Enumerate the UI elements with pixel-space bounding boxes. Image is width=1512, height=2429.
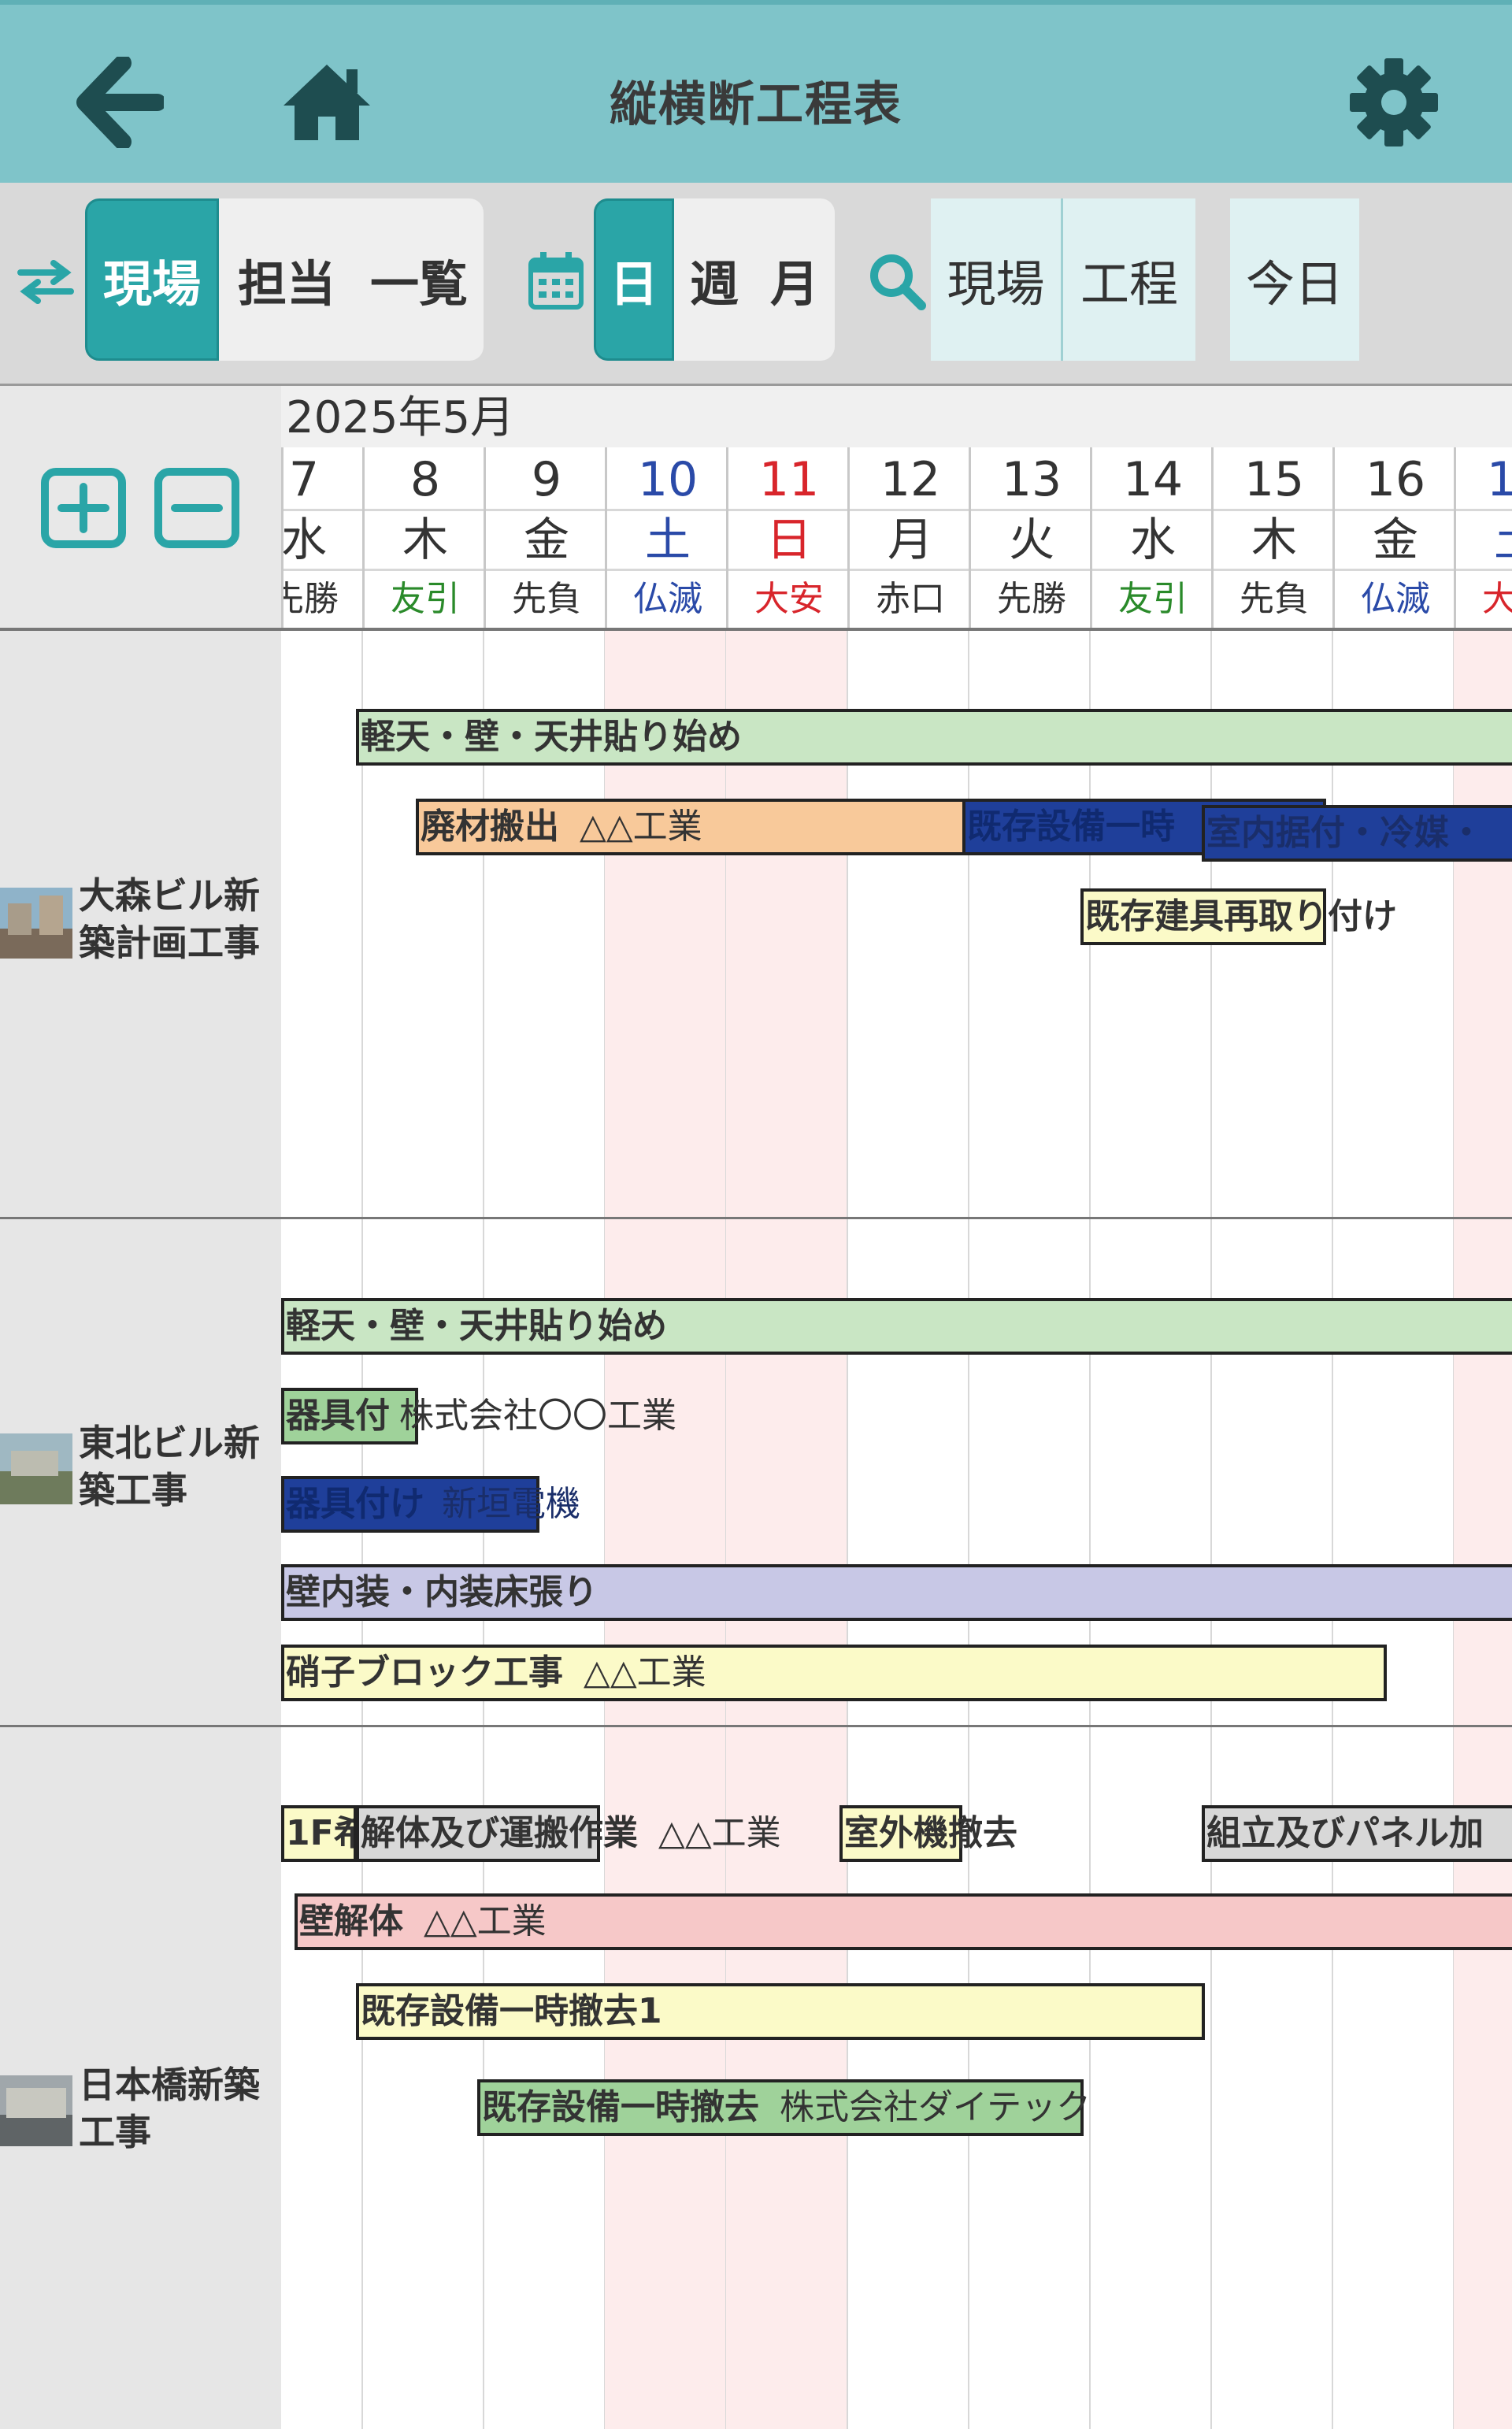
weekday: 月 xyxy=(850,509,969,568)
day-number: 7 xyxy=(288,452,320,507)
search-icon xyxy=(870,254,926,310)
weekday: 土 xyxy=(607,509,726,568)
tab-tanto[interactable]: 担当 xyxy=(219,198,354,361)
day-number: 8 xyxy=(410,452,441,507)
task-bar[interactable]: 器具付 株式会社〇〇工業 xyxy=(281,1388,676,1444)
site-row-tohoku[interactable]: 東北ビル新築工事 xyxy=(0,1219,281,1725)
row-divider xyxy=(0,1725,1512,1727)
search-kotei-button[interactable]: 工程 xyxy=(1063,198,1195,361)
rokuyo: 赤口 xyxy=(850,569,969,628)
tab-day[interactable]: 日 xyxy=(594,198,674,361)
task-bar[interactable]: 既存設備一時撤去1 xyxy=(356,1983,1205,2040)
task-bar[interactable]: 軽天・壁・天井貼り始め xyxy=(281,1298,1512,1355)
site-name: 東北ビル新築工事 xyxy=(79,1422,260,1511)
calendar-icon xyxy=(528,252,584,310)
tab-ichiran[interactable]: 一覧 xyxy=(354,198,484,361)
day-column-header: 10 土仏滅 xyxy=(605,447,726,630)
weekday: 木 xyxy=(365,509,484,568)
weekend-column-bg xyxy=(1454,631,1512,2429)
zoom-in-icon[interactable] xyxy=(41,468,126,548)
day-column-header: 9 金先負 xyxy=(484,447,605,630)
weekday: 金 xyxy=(1335,509,1454,568)
day-gridline xyxy=(968,631,969,2429)
rokuyo: 先勝 xyxy=(971,569,1090,628)
row-divider xyxy=(0,1217,1512,1219)
task-bar[interactable]: 軽天・壁・天井貼り始め xyxy=(356,709,1512,766)
day-column-header: 16 金仏滅 xyxy=(1332,447,1454,630)
rokuyo: 友引 xyxy=(1092,569,1211,628)
day-number: 16 xyxy=(1365,452,1426,507)
rokuyo: 先勝 xyxy=(284,569,362,628)
day-column-header: 13 火先勝 xyxy=(969,447,1090,630)
rokuyo: 仏滅 xyxy=(1335,569,1454,628)
task-bar[interactable]: 組立及びパネル加 xyxy=(1202,1805,1512,1862)
task-bar[interactable]: 既存設備一時撤去 株式会社ダイテック xyxy=(477,2079,1091,2136)
weekday: 金 xyxy=(486,509,605,568)
day-number: 12 xyxy=(880,452,941,507)
zoom-out-icon[interactable] xyxy=(154,468,239,548)
day-number: 13 xyxy=(1001,452,1062,507)
weekday: 木 xyxy=(1214,509,1332,568)
rokuyo: 大安 xyxy=(1456,569,1512,628)
day-column-header: 17土大安 xyxy=(1454,447,1512,630)
site-row-omori[interactable]: 大森ビル新築計画工事 xyxy=(0,631,281,1217)
day-column-header: 7水先勝 xyxy=(281,447,362,630)
weekend-column-bg xyxy=(726,631,847,2429)
task-bar[interactable]: 既存建具再取り付け xyxy=(1080,888,1397,945)
day-number: 10 xyxy=(637,452,699,507)
rokuyo: 先負 xyxy=(486,569,605,628)
site-thumbnail xyxy=(0,888,72,959)
task-bar[interactable]: 硝子ブロック工事 △△工業 xyxy=(281,1645,1387,1701)
tab-week[interactable]: 週 xyxy=(674,198,754,361)
weekday: 水 xyxy=(284,509,362,568)
rokuyo: 大安 xyxy=(728,569,847,628)
tab-month[interactable]: 月 xyxy=(754,198,835,361)
day-number: 9 xyxy=(531,452,562,507)
search-genba-button[interactable]: 現場 xyxy=(931,198,1063,361)
site-name: 日本橋新築工事 xyxy=(79,2064,260,2153)
month-label: 2025年5月 xyxy=(281,386,1512,447)
site-row-nihonbashi[interactable]: 日本橋新築工事 xyxy=(0,1727,281,2429)
task-bar[interactable]: 解体及び運搬作業 △△工業 xyxy=(356,1805,781,1862)
day-column-header: 8 木友引 xyxy=(362,447,484,630)
site-thumbnail xyxy=(0,2075,72,2146)
day-column-header: 11 日大安 xyxy=(726,447,847,630)
task-bar[interactable]: 廃材搬出 △△工業 xyxy=(416,799,967,855)
day-column-header: 12 月赤口 xyxy=(847,447,969,630)
day-number: 15 xyxy=(1243,452,1305,507)
rokuyo: 仏滅 xyxy=(607,569,726,628)
today-button[interactable]: 今日 xyxy=(1230,198,1359,361)
rokuyo: 友引 xyxy=(365,569,484,628)
day-number: 17 xyxy=(1456,452,1512,507)
task-bar[interactable]: 壁解体 △△工業 xyxy=(295,1893,1512,1950)
task-bar[interactable]: 1F希 xyxy=(281,1805,357,1862)
tab-genba[interactable]: 現場 xyxy=(85,198,219,361)
task-bar[interactable]: 器具付け 新垣電機 xyxy=(281,1476,580,1533)
weekday: 水 xyxy=(1092,509,1211,568)
site-name: 大森ビル新築計画工事 xyxy=(79,874,260,964)
day-number: 11 xyxy=(758,452,820,507)
weekday: 土 xyxy=(1456,509,1512,568)
gear-icon[interactable] xyxy=(1350,58,1438,146)
task-bar[interactable]: 室内据付・冷媒・ xyxy=(1202,805,1512,862)
task-bar[interactable]: 室外機撤去 xyxy=(839,1805,1017,1862)
weekday: 火 xyxy=(971,509,1090,568)
day-number: 14 xyxy=(1122,452,1184,507)
day-column-header: 15 木先負 xyxy=(1211,447,1332,630)
weekend-column-bg xyxy=(605,631,726,2429)
day-column-header: 14 水友引 xyxy=(1090,447,1211,630)
swap-arrows-icon xyxy=(17,260,74,304)
rokuyo: 先負 xyxy=(1214,569,1332,628)
site-thumbnail xyxy=(0,1433,72,1504)
weekday: 日 xyxy=(728,509,847,568)
day-gridline xyxy=(847,631,848,2429)
page-title: 縦横断工程表 xyxy=(610,77,902,132)
task-bar[interactable]: 壁内装・内装床張り xyxy=(281,1564,1512,1621)
app-header: 縦横断工程表 xyxy=(0,0,1512,183)
